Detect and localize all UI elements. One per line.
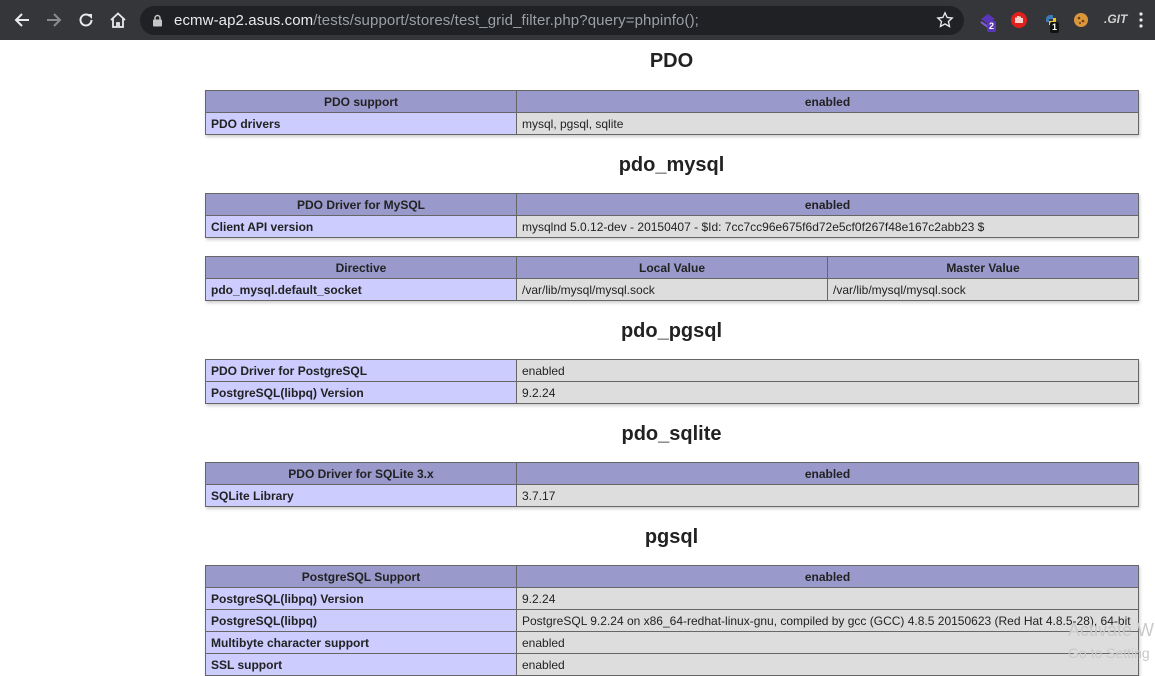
key-cell: SSL support (205, 653, 517, 676)
reload-button[interactable] (73, 7, 99, 33)
header-cell: PDO Driver for SQLite 3.x (205, 462, 517, 485)
pdo-mysql-directive-table: Directive Local Value Master Value pdo_m… (205, 256, 1139, 301)
header-cell: enabled (516, 462, 1139, 485)
key-cell: PostgreSQL(libpq) (205, 609, 517, 632)
address-bar[interactable]: ecmw-ap2.asus.com/tests/support/stores/t… (140, 6, 964, 35)
bookmark-star-icon[interactable] (936, 11, 954, 29)
table-row: Multibyte character support enabled (205, 631, 1139, 654)
table-row: PostgreSQL(libpq) PostgreSQL 9.2.24 on x… (205, 609, 1139, 632)
url-host: ecmw-ap2.asus.com (174, 12, 314, 29)
section-heading-pgsql: pgsql (644, 526, 699, 548)
key-cell: SQLite Library (205, 484, 517, 507)
header-cell: Local Value (516, 256, 828, 279)
header-cell: enabled (516, 90, 1139, 113)
section-heading-pdo-mysql: pdo_mysql (618, 154, 725, 176)
table-header-row: PDO Driver for MySQL enabled (205, 193, 1139, 216)
value-cell: /var/lib/mysql/mysql.sock (827, 278, 1139, 301)
pgsql-table: PostgreSQL Support enabled PostgreSQL(li… (205, 565, 1139, 676)
ext-python-icon[interactable]: 1 (1041, 10, 1061, 33)
key-cell: Multibyte character support (205, 631, 517, 654)
header-cell: Master Value (827, 256, 1139, 279)
page-content: PDO PDO support enabled PDO drivers mysq… (0, 40, 1155, 676)
table-row: PostgreSQL(libpq) Version 9.2.24 (205, 381, 1139, 404)
value-cell: /var/lib/mysql/mysql.sock (516, 278, 828, 301)
ext-badge: 1 (1050, 22, 1060, 33)
header-cell: enabled (516, 565, 1139, 588)
header-cell: enabled (516, 193, 1139, 216)
activate-windows-subtext: Go to Setting (1068, 645, 1150, 661)
browser-toolbar: ecmw-ap2.asus.com/tests/support/stores/t… (0, 0, 1155, 40)
key-cell: PDO drivers (205, 112, 517, 135)
header-cell: PDO support (205, 90, 517, 113)
pdo-sqlite-table: PDO Driver for SQLite 3.x enabled SQLite… (205, 462, 1139, 507)
value-cell: enabled (516, 653, 1139, 676)
more-menu-icon[interactable] (1138, 12, 1144, 28)
reload-icon (79, 13, 93, 27)
table-row: PostgreSQL(libpq) Version 9.2.24 (205, 587, 1139, 610)
header-cell: PostgreSQL Support (205, 565, 517, 588)
table-row: Client API version mysqlnd 5.0.12-dev - … (205, 215, 1139, 238)
header-cell: PDO Driver for MySQL (205, 193, 517, 216)
section-heading-pdo-sqlite: pdo_sqlite (621, 423, 722, 445)
activate-windows-watermark: Activate W (1068, 620, 1155, 640)
table-row: SSL support enabled (205, 653, 1139, 676)
key-cell: PostgreSQL(libpq) Version (205, 587, 517, 610)
table-header-row: PDO support enabled (205, 90, 1139, 113)
lock-icon (153, 14, 162, 27)
pdo-mysql-table: PDO Driver for MySQL enabled Client API … (205, 193, 1139, 238)
home-button[interactable] (105, 7, 131, 33)
ext-badge: 2 (987, 21, 997, 32)
table-header-row: PostgreSQL Support enabled (205, 565, 1139, 588)
forward-button[interactable] (41, 7, 67, 33)
ext-git-label[interactable]: .GIT (1104, 12, 1127, 26)
table-row: SQLite Library 3.7.17 (205, 484, 1139, 507)
table-row: PDO Driver for PostgreSQL enabled (205, 359, 1139, 382)
ext-cookie-icon[interactable] (1071, 10, 1091, 30)
section-heading-pdo: PDO (649, 50, 694, 72)
key-cell: pdo_mysql.default_socket (205, 278, 517, 301)
arrow-left-icon (14, 13, 29, 27)
pdo-table: PDO support enabled PDO drivers mysql, p… (205, 90, 1139, 135)
url-text: ecmw-ap2.asus.com/tests/support/stores/t… (174, 12, 699, 29)
table-header-row: Directive Local Value Master Value (205, 256, 1139, 279)
value-cell: enabled (516, 359, 1139, 382)
value-cell: 9.2.24 (516, 381, 1139, 404)
key-cell: Client API version (205, 215, 517, 238)
table-header-row: PDO Driver for SQLite 3.x enabled (205, 462, 1139, 485)
url-path: /tests/support/stores/test_grid_filter.p… (313, 12, 699, 29)
ext-hand-icon[interactable] (1009, 10, 1029, 30)
table-row: pdo_mysql.default_socket /var/lib/mysql/… (205, 278, 1139, 301)
value-cell: mysql, pgsql, sqlite (516, 112, 1139, 135)
value-cell: 3.7.17 (516, 484, 1139, 507)
key-cell: PDO Driver for PostgreSQL (205, 359, 517, 382)
value-cell: enabled (516, 631, 1139, 654)
back-button[interactable] (9, 7, 35, 33)
section-heading-pdo-pgsql: pdo_pgsql (620, 320, 723, 342)
table-row: PDO drivers mysql, pgsql, sqlite (205, 112, 1139, 135)
home-icon (110, 12, 126, 28)
ext-stack-icon[interactable]: 2 (978, 10, 998, 32)
value-cell: PostgreSQL 9.2.24 on x86_64-redhat-linux… (516, 609, 1139, 632)
arrow-right-icon (47, 13, 62, 27)
value-cell: mysqlnd 5.0.12-dev - 20150407 - $Id: 7cc… (516, 215, 1139, 238)
value-cell: 9.2.24 (516, 587, 1139, 610)
header-cell: Directive (205, 256, 517, 279)
pdo-pgsql-table: PDO Driver for PostgreSQL enabled Postgr… (205, 359, 1139, 404)
key-cell: PostgreSQL(libpq) Version (205, 381, 517, 404)
